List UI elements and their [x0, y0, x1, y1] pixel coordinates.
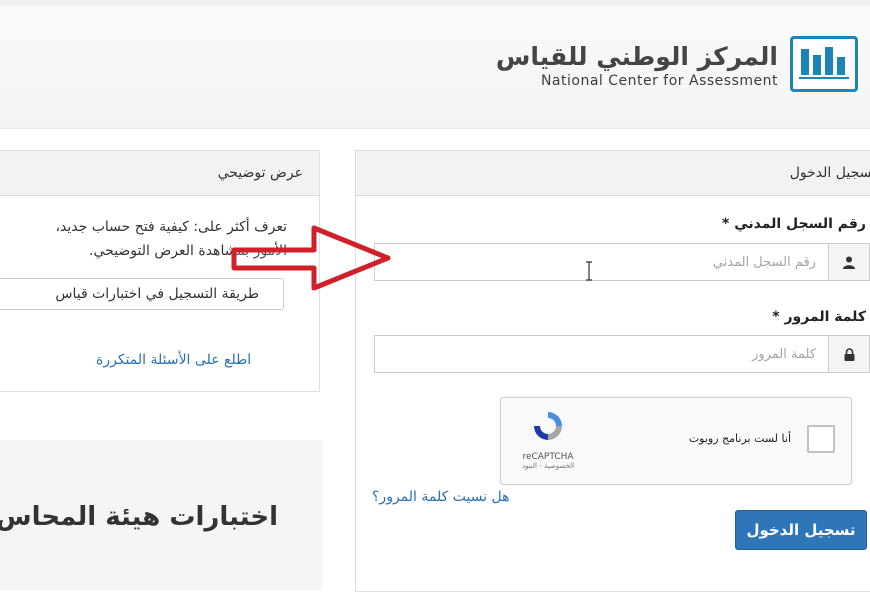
promo-title: اختبارات هيئة المحاس: [0, 502, 278, 532]
lock-icon: [844, 347, 854, 361]
password-group: [374, 335, 870, 373]
text-cursor-icon: [586, 261, 592, 281]
recaptcha-checkbox[interactable]: [807, 425, 835, 453]
user-icon: [843, 256, 855, 269]
recaptcha-logo-icon: [534, 412, 562, 440]
recaptcha-widget: أنا لست برنامج روبوت reCAPTCHA الخصوصية …: [500, 397, 852, 485]
password-label: كلمة المرور *: [772, 309, 866, 325]
recaptcha-brand-text: reCAPTCHA: [522, 452, 574, 462]
recaptcha-brand: reCAPTCHA الخصوصية - البنود: [513, 408, 583, 470]
login-button[interactable]: تسجيل الدخول: [735, 510, 867, 550]
brand-text: المركز الوطني للقياس National Center for…: [496, 42, 778, 89]
recaptcha-label: أنا لست برنامج روبوت: [688, 432, 791, 445]
logo-frame: [790, 36, 858, 92]
password-input[interactable]: [375, 336, 828, 372]
top-bar: [0, 0, 870, 6]
user-icon-addon: [828, 244, 869, 280]
brand-name-english: National Center for Assessment: [540, 73, 778, 89]
demo-heading: عرض توضيحي: [0, 151, 319, 196]
login-heading: تسجيل الدخول: [356, 151, 870, 196]
brand-name-arabic: المركز الوطني للقياس: [495, 42, 778, 71]
lock-icon-addon: [828, 336, 869, 372]
logo[interactable]: [790, 36, 862, 96]
civil-id-label: رقم السجل المدني *: [722, 216, 866, 232]
forgot-password-link[interactable]: هل نسيت كلمة المرور؟: [372, 489, 510, 505]
civil-id-group: [374, 243, 870, 281]
logo-mark-icon: [799, 47, 849, 79]
faq-link[interactable]: اطلع على الأسئلة المتكررة: [96, 352, 251, 368]
red-arrow-icon: [231, 225, 391, 291]
promo-banner: اختبارات هيئة المحاس: [0, 440, 322, 590]
civil-id-input[interactable]: [375, 244, 828, 280]
recaptcha-links[interactable]: الخصوصية - البنود: [513, 462, 583, 470]
